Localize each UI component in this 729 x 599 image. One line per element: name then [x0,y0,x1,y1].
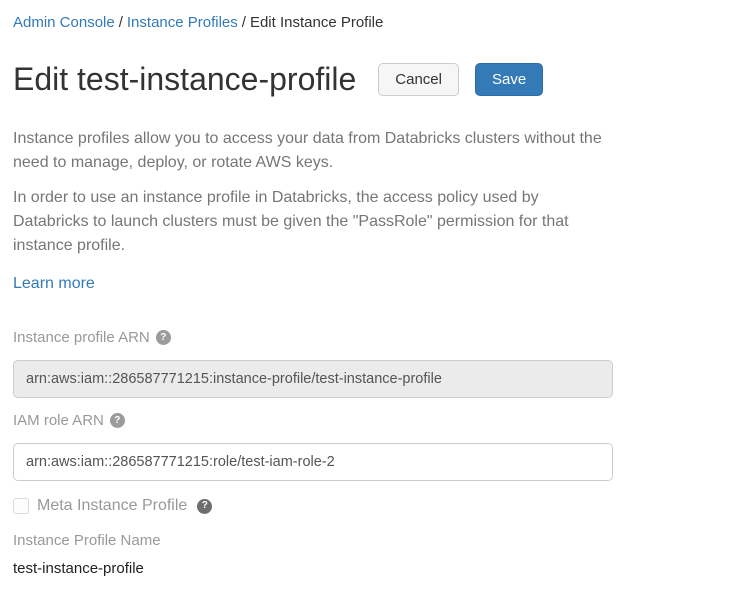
title-row: Edit test-instance-profile Cancel Save [13,61,729,98]
instance-profile-arn-input [13,360,613,398]
breadcrumb-link-instance-profiles[interactable]: Instance Profiles [127,14,238,31]
help-icon[interactable]: ? [110,413,125,428]
iam-role-arn-label-row: IAM role ARN ? [13,412,613,429]
learn-more-link[interactable]: Learn more [13,275,95,293]
breadcrumb-separator: / [242,14,246,31]
instance-profile-arn-label: Instance profile ARN [13,329,150,346]
iam-role-arn-group: IAM role ARN ? [13,412,613,481]
description: Instance profiles allow you to access yo… [13,127,613,293]
meta-instance-profile-label[interactable]: Meta Instance Profile [37,497,187,515]
breadcrumb-separator: / [119,14,123,31]
description-paragraph-1: Instance profiles allow you to access yo… [13,127,613,175]
instance-profile-arn-group: Instance profile ARN ? [13,329,613,398]
iam-role-arn-label: IAM role ARN [13,412,104,429]
description-paragraph-2: In order to use an instance profile in D… [13,186,613,258]
breadcrumb: Admin Console/Instance Profiles/Edit Ins… [13,14,729,32]
edit-instance-profile-page: Admin Console/Instance Profiles/Edit Ins… [0,0,729,577]
instance-profile-name-label: Instance Profile Name [13,532,613,549]
cancel-button[interactable]: Cancel [378,63,459,96]
save-button[interactable]: Save [475,63,543,96]
instance-profile-arn-label-row: Instance profile ARN ? [13,329,613,346]
help-icon[interactable]: ? [156,330,171,345]
breadcrumb-current-edit-instance-profile: Edit Instance Profile [250,14,383,31]
meta-instance-profile-checkbox[interactable] [13,498,29,514]
page-title: Edit test-instance-profile [13,61,356,98]
help-icon[interactable]: ? [197,499,212,514]
instance-profile-name-value: test-instance-profile [13,560,613,577]
breadcrumb-link-admin-console[interactable]: Admin Console [13,14,115,31]
meta-instance-profile-row: Meta Instance Profile ? [13,497,613,515]
iam-role-arn-input[interactable] [13,443,613,481]
instance-profile-form: Instance profile ARN ? IAM role ARN ? Me… [13,329,613,577]
